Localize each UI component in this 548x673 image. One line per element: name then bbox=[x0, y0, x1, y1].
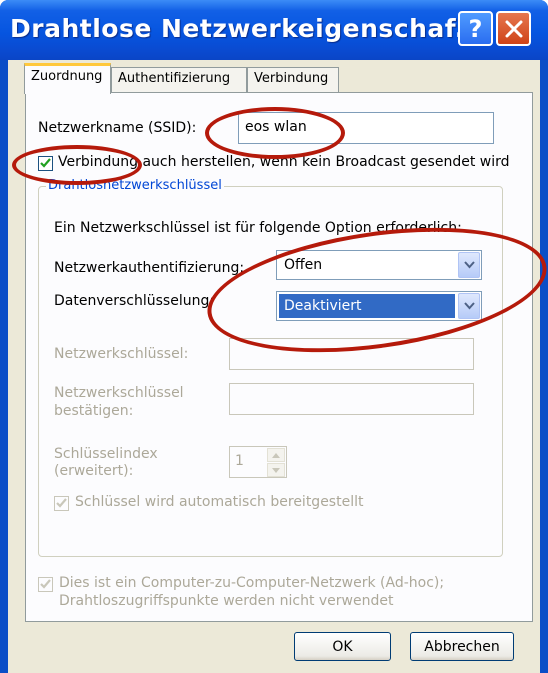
confirm-key-label-line1: Netzwerkschlüssel bbox=[54, 385, 184, 401]
annotation-ring-ssid bbox=[205, 107, 345, 159]
help-button[interactable]: ? bbox=[458, 11, 493, 46]
auth-label: Netzwerkauthentifizierung: bbox=[54, 260, 245, 276]
key-index-spinner[interactable]: 1 bbox=[229, 446, 287, 478]
tab-authentifizierung[interactable]: Authentifizierung bbox=[111, 67, 247, 93]
close-icon bbox=[505, 20, 522, 37]
spin-down-icon[interactable] bbox=[267, 463, 285, 477]
window-title: Drahtlose Netzwerkeigenschaf... bbox=[10, 14, 485, 43]
key-index-value: 1 bbox=[235, 453, 244, 469]
adhoc-checkbox[interactable] bbox=[38, 577, 53, 592]
ssid-label: Netzwerkname (SSID): bbox=[38, 120, 197, 136]
adhoc-label-line1: Dies ist ein Computer-zu-Computer-Netzwe… bbox=[59, 575, 445, 591]
confirm-key-label-line2: bestätigen: bbox=[54, 403, 134, 419]
adhoc-label-line2: Drahtloszugriffspunkte werden nicht verw… bbox=[59, 593, 394, 609]
auto-key-checkbox[interactable] bbox=[54, 496, 69, 511]
dialog-window: Drahtlose Netzwerkeigenschaf... ? Zuordn… bbox=[0, 0, 548, 673]
encryption-label: Datenverschlüsselung: bbox=[54, 293, 215, 309]
checkmark-icon bbox=[40, 579, 51, 589]
network-key-label: Netzwerkschlüssel: bbox=[54, 346, 189, 362]
auto-key-label: Schlüssel wird automatisch bereitgestell… bbox=[75, 494, 364, 510]
annotation-ring-checkbox bbox=[12, 145, 142, 185]
key-index-label-line2: (erweitert): bbox=[54, 463, 134, 479]
checkmark-icon bbox=[56, 498, 67, 508]
cancel-button[interactable]: Abbrechen bbox=[410, 632, 514, 661]
tab-zuordnung[interactable]: Zuordnung bbox=[24, 63, 111, 94]
tab-verbindung[interactable]: Verbindung bbox=[247, 67, 339, 93]
key-index-label-line1: Schlüsselindex bbox=[54, 446, 158, 462]
close-button[interactable] bbox=[496, 11, 531, 46]
title-bar[interactable]: Drahtlose Netzwerkeigenschaf... ? bbox=[0, 0, 548, 60]
confirm-key-input[interactable] bbox=[229, 383, 474, 415]
ok-button[interactable]: OK bbox=[294, 632, 391, 661]
spin-up-icon[interactable] bbox=[267, 448, 285, 462]
